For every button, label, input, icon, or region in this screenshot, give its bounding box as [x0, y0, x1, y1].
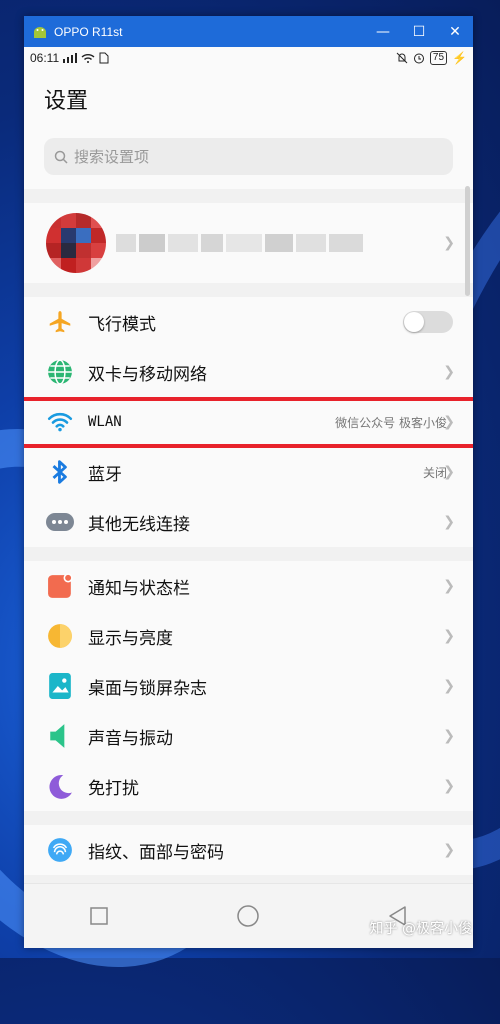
- settings-row-wallpaper[interactable]: 桌面与锁屏杂志 ❯: [24, 661, 473, 711]
- watermark: 知乎 @极客小俊: [369, 921, 472, 937]
- airplane-icon: [46, 308, 74, 336]
- moon-icon: [46, 772, 74, 800]
- search-input[interactable]: 搜索设置项: [44, 138, 453, 175]
- charging-icon: ⚡: [452, 51, 467, 65]
- security-group: 指纹、面部与密码 ❯: [24, 825, 473, 875]
- chevron-right-icon: ❯: [443, 235, 455, 251]
- chevron-right-icon: ❯: [443, 514, 455, 530]
- navigation-bar: [24, 883, 473, 948]
- emulator-window: OPPO R11st — ☐ ✕ 06:11 75 ⚡ 设置 搜索设置项 ❯ 飞…: [24, 16, 473, 948]
- settings-row-wlan[interactable]: WLAN 微信公众号 极客小俊 ❯: [24, 397, 473, 448]
- row-label: 通知与状态栏: [88, 578, 190, 599]
- scrollbar[interactable]: [465, 186, 470, 296]
- row-label: 指纹、面部与密码: [88, 842, 224, 863]
- wallpaper-icon: [46, 672, 74, 700]
- settings-row-dual-sim[interactable]: 双卡与移动网络 ❯: [24, 347, 473, 397]
- close-button[interactable]: ✕: [437, 16, 473, 47]
- sim-icon: [99, 52, 109, 64]
- home-button[interactable]: [228, 896, 268, 936]
- chevron-right-icon: ❯: [443, 678, 455, 694]
- row-label: WLAN: [88, 414, 122, 430]
- row-label: 蓝牙: [88, 464, 122, 485]
- chevron-right-icon: ❯: [443, 414, 455, 430]
- minimize-button[interactable]: —: [365, 16, 401, 47]
- android-icon: [34, 26, 46, 38]
- settings-row-do-not-disturb[interactable]: 免打扰 ❯: [24, 761, 473, 811]
- chevron-right-icon: ❯: [443, 364, 455, 380]
- settings-row-display[interactable]: 显示与亮度 ❯: [24, 611, 473, 661]
- settings-row-notifications[interactable]: 通知与状态栏 ❯: [24, 561, 473, 611]
- notification-icon: [46, 572, 74, 600]
- chevron-right-icon: ❯: [443, 728, 455, 744]
- airplane-mode-toggle[interactable]: [403, 311, 453, 333]
- account-row[interactable]: ❯: [24, 203, 473, 283]
- settings-row-bluetooth[interactable]: 蓝牙 关闭 ❯: [24, 447, 473, 497]
- display-group: 通知与状态栏 ❯ 显示与亮度 ❯ 桌面与锁屏杂志 ❯ 声音与振动 ❯ 免打扰 ❯: [24, 561, 473, 811]
- search-icon: [54, 150, 68, 164]
- chevron-right-icon: ❯: [443, 578, 455, 594]
- row-label: 免打扰: [88, 778, 139, 799]
- row-label: 声音与振动: [88, 728, 173, 749]
- recents-button[interactable]: [79, 896, 119, 936]
- connectivity-group: 飞行模式 双卡与移动网络 ❯ WLAN 微信公众号 极客小俊 ❯ 蓝牙 关闭 ❯…: [24, 297, 473, 547]
- wifi-icon: [46, 408, 74, 436]
- row-value: 微信公众号 极客小俊: [335, 415, 447, 430]
- mute-icon: [396, 52, 408, 64]
- chevron-right-icon: ❯: [443, 628, 455, 644]
- row-label: 双卡与移动网络: [88, 364, 207, 385]
- battery-indicator: 75: [429, 51, 448, 65]
- avatar: [46, 213, 106, 273]
- maximize-button[interactable]: ☐: [401, 16, 437, 47]
- window-title: OPPO R11st: [54, 24, 123, 39]
- page-title: 设置: [24, 69, 473, 128]
- more-dots-icon: [46, 508, 74, 536]
- bluetooth-icon: [46, 458, 74, 486]
- brightness-icon: [46, 622, 74, 650]
- row-label: 桌面与锁屏杂志: [88, 678, 207, 699]
- alarm-icon: [413, 53, 424, 64]
- chevron-right-icon: ❯: [443, 778, 455, 794]
- signal-icon: [63, 53, 78, 63]
- wifi-status-icon: [81, 54, 95, 63]
- sound-icon: [46, 722, 74, 750]
- settings-row-sound[interactable]: 声音与振动 ❯: [24, 711, 473, 761]
- row-label: 其他无线连接: [88, 514, 190, 535]
- chevron-right-icon: ❯: [443, 464, 455, 480]
- globe-icon: [46, 358, 74, 386]
- account-name-blurred: [116, 234, 363, 252]
- status-time: 06:11: [30, 51, 60, 65]
- settings-row-airplane-mode[interactable]: 飞行模式: [24, 297, 473, 347]
- window-titlebar[interactable]: OPPO R11st — ☐ ✕: [24, 16, 473, 47]
- settings-row-other-wireless[interactable]: 其他无线连接 ❯: [24, 497, 473, 547]
- phone-status-bar: 06:11 75 ⚡: [24, 47, 473, 69]
- fingerprint-icon: [46, 836, 74, 864]
- search-placeholder: 搜索设置项: [74, 148, 150, 166]
- settings-row-fingerprint[interactable]: 指纹、面部与密码 ❯: [24, 825, 473, 875]
- row-label: 显示与亮度: [88, 628, 173, 649]
- chevron-right-icon: ❯: [443, 842, 455, 858]
